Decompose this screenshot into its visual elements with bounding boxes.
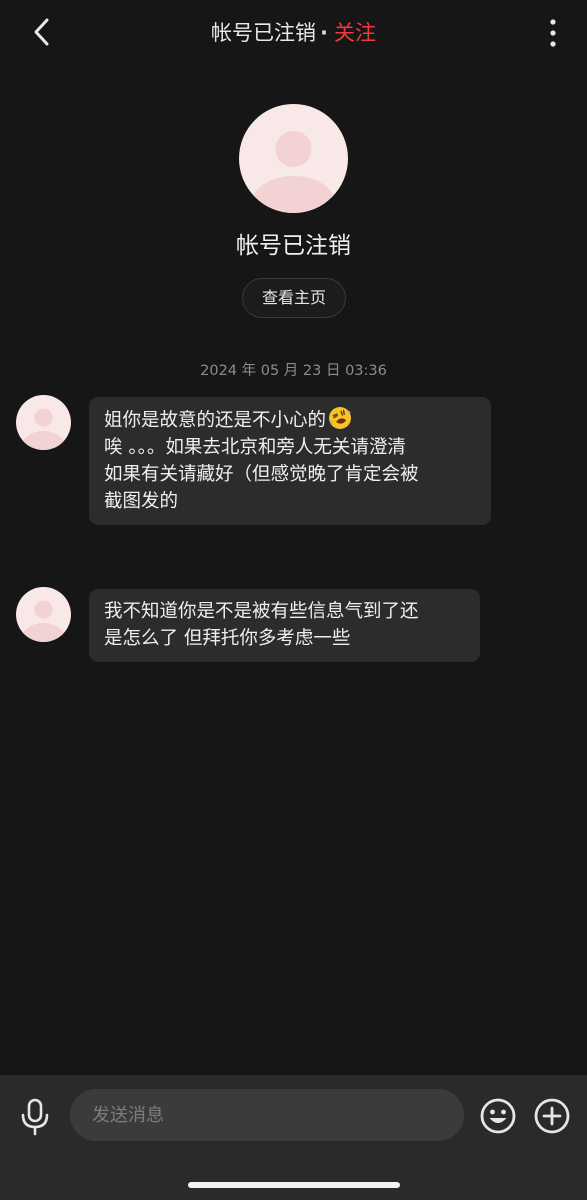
plus-circle-icon: [534, 1098, 570, 1134]
message-line: 如果有关请藏好（但感觉晚了肯定会被: [104, 464, 419, 485]
emoji-button[interactable]: [479, 1097, 517, 1135]
message-line: 我不知道你是不是被有些信息气到了还: [104, 601, 419, 622]
profile-name: 帐号已注销: [236, 233, 351, 259]
title-separator: ·: [320, 21, 328, 45]
default-avatar-icon: [16, 587, 71, 642]
message-bubble[interactable]: 姐你是故意的还是不小心的 唉 。。。如果去北京和旁人无关请澄清 如果有关请藏好（…: [89, 397, 491, 525]
message-bubble[interactable]: 我不知道你是不是被有些信息气到了还 是怎么了 但拜托你多考虑一些: [89, 589, 480, 662]
rofl-emoji-icon: [329, 407, 352, 429]
more-actions-button[interactable]: [533, 1097, 571, 1135]
message-line: 是怎么了 但拜托你多考虑一些: [104, 628, 351, 649]
voice-input-button[interactable]: [18, 1097, 52, 1137]
message-line: 截图发的: [104, 491, 179, 512]
message-timestamp: 2024 年 05 月 23 日 03:36: [200, 363, 387, 379]
smiley-icon: [480, 1098, 516, 1134]
home-indicator: [188, 1182, 400, 1188]
message-line: 唉 。。。如果去北京和旁人无关请澄清: [104, 437, 406, 458]
more-options-button[interactable]: [540, 16, 566, 50]
view-homepage-button[interactable]: 查看主页: [242, 278, 346, 318]
header-title-group: 帐号已注销 · 关注: [0, 18, 587, 48]
more-vertical-icon: [550, 19, 556, 47]
sender-avatar[interactable]: [16, 587, 71, 642]
default-avatar-icon: [16, 395, 71, 450]
page-title: 帐号已注销: [211, 21, 316, 45]
top-bar: 帐号已注销 · 关注: [0, 0, 587, 66]
microphone-icon: [21, 1098, 49, 1136]
profile-avatar[interactable]: [239, 104, 348, 213]
message-line: 姐你是故意的还是不小心的: [104, 406, 477, 434]
message-input[interactable]: [70, 1089, 464, 1141]
follow-button[interactable]: 关注: [334, 21, 376, 45]
composer-bar: [0, 1075, 587, 1200]
default-avatar-icon: [239, 104, 348, 213]
sender-avatar[interactable]: [16, 395, 71, 450]
